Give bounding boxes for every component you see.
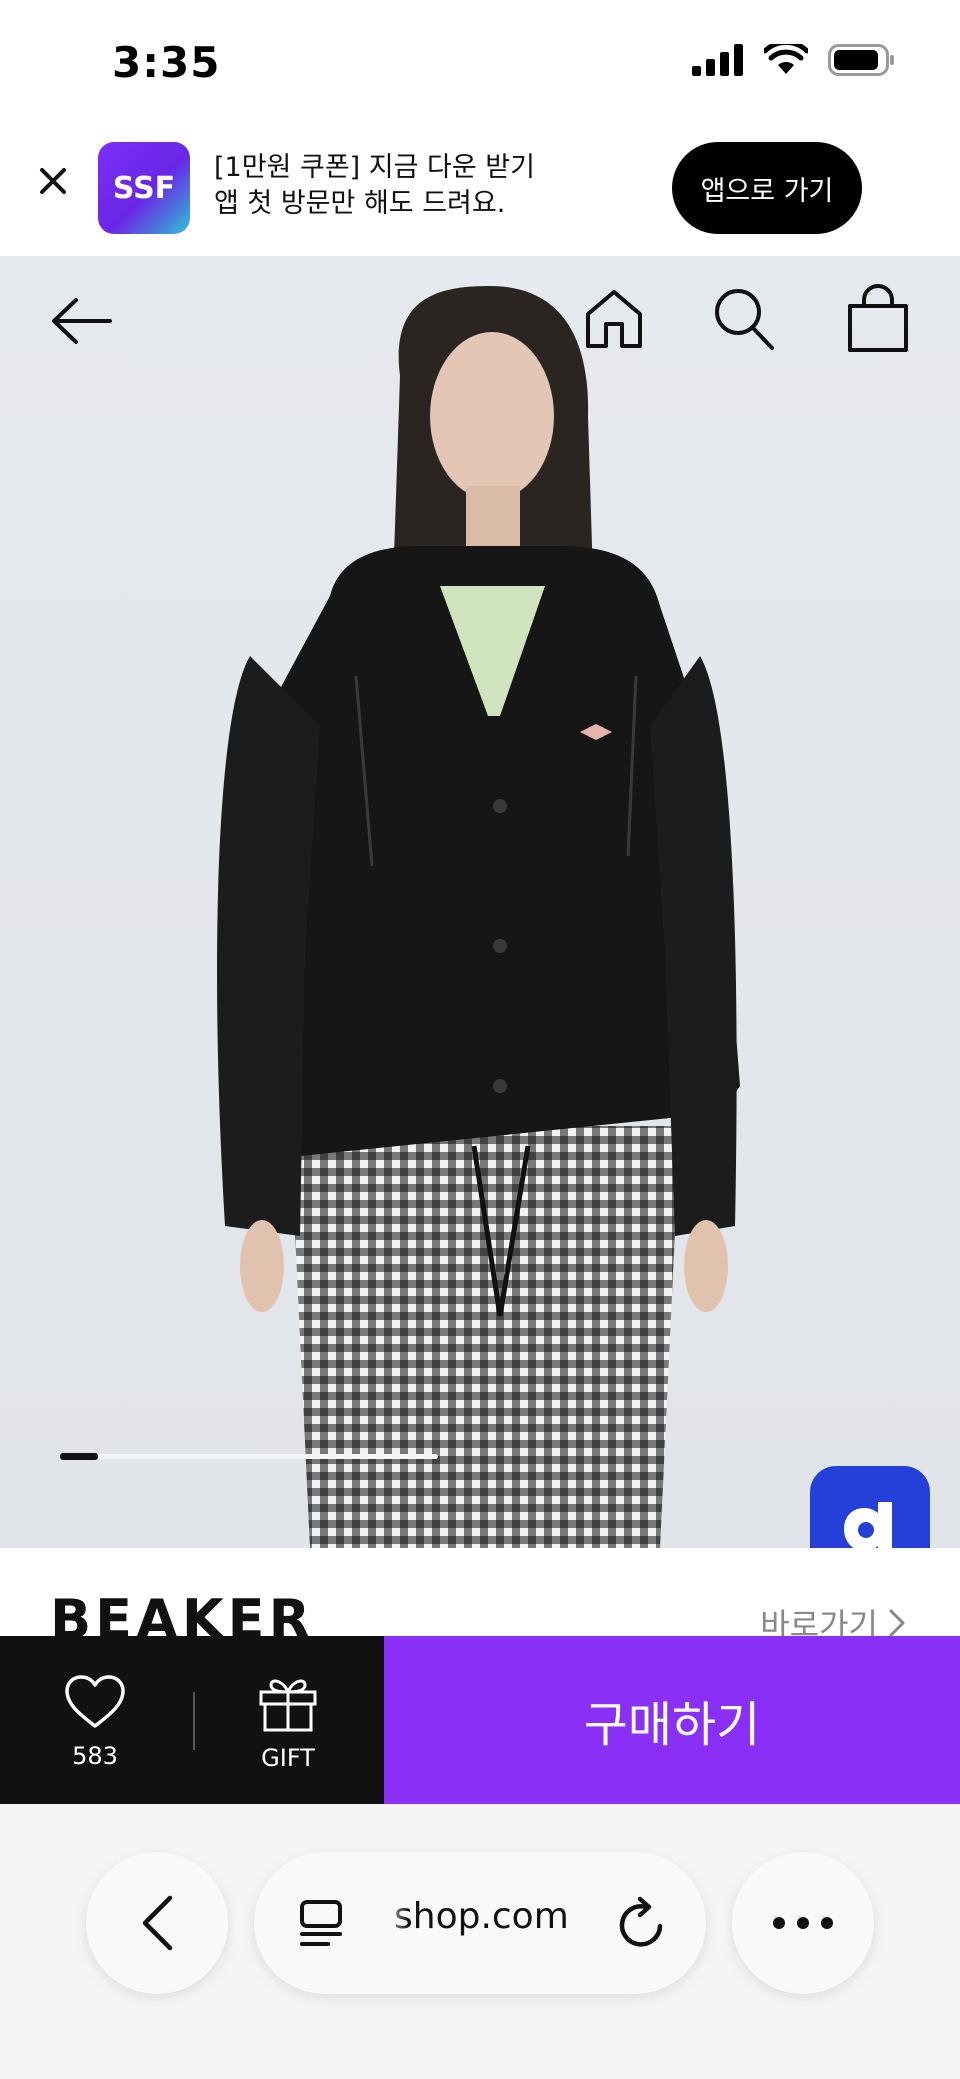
cellular-signal-icon [692, 44, 743, 76]
wifi-icon [764, 44, 808, 74]
app-download-banner: SSF [1만원 쿠폰] 지금 다운 받기 앱 첫 방문만 해도 드려요. 앱으… [0, 128, 960, 256]
brand-row: BEAKER 바로가기 [0, 1548, 960, 1636]
heart-icon [65, 1675, 125, 1728]
product-photo [217, 286, 740, 1548]
chevron-left-icon [142, 1895, 173, 1951]
url-fade [382, 1882, 408, 1962]
search-icon[interactable] [712, 286, 776, 352]
shopping-bag-icon[interactable] [846, 284, 910, 354]
purchase-bar-left: 583 GIFT [0, 1636, 384, 1804]
address-bar[interactable]: shop.com [254, 1852, 706, 1994]
banner-message: [1만원 쿠폰] 지금 다운 받기 앱 첫 방문만 해도 드려요. [214, 150, 535, 222]
tabs-icon[interactable] [298, 1898, 346, 1948]
ssf-app-logo: SSF [98, 142, 190, 234]
browser-back-button[interactable] [86, 1852, 228, 1994]
browser-toolbar: shop.com [0, 1804, 960, 2079]
like-button[interactable]: 583 [50, 1674, 140, 1770]
image-pager [60, 1453, 438, 1460]
banner-line-2: 앱 첫 방문만 해도 드려요. [214, 188, 506, 219]
brand-name[interactable]: BEAKER [50, 1588, 314, 1636]
more-dots-icon [773, 1917, 833, 1929]
brand-shortcut-link[interactable]: 바로가기 [760, 1600, 906, 1636]
like-count: 583 [72, 1742, 118, 1770]
url-text: shop.com [394, 1896, 569, 1937]
gift-button[interactable]: GIFT [240, 1674, 336, 1772]
gift-icon [259, 1679, 317, 1732]
brand-link-label: 바로가기 [760, 1606, 878, 1636]
browser-more-button[interactable] [732, 1852, 874, 1994]
battery-icon [828, 44, 894, 76]
banner-line-1: [1만원 쿠폰] 지금 다운 받기 [214, 152, 535, 183]
status-time: 3:35 [112, 38, 221, 87]
close-icon[interactable] [36, 164, 70, 198]
home-icon[interactable] [584, 288, 644, 350]
status-bar: 3:35 [0, 0, 960, 128]
d-logo-icon [844, 1502, 892, 1551]
reload-icon[interactable] [616, 1896, 668, 1952]
status-icons [692, 44, 896, 76]
buy-button[interactable]: 구매하기 [384, 1636, 960, 1804]
image-pager-progress [60, 1453, 98, 1460]
product-image[interactable] [0, 256, 960, 1548]
purchase-bar-divider [193, 1692, 195, 1750]
purchase-bar: 583 GIFT 구매하기 [0, 1636, 960, 1804]
open-app-button[interactable]: 앱으로 가기 [672, 142, 862, 234]
chevron-right-icon [889, 1609, 905, 1636]
gift-label: GIFT [261, 1744, 315, 1772]
back-arrow-icon[interactable] [50, 296, 114, 346]
